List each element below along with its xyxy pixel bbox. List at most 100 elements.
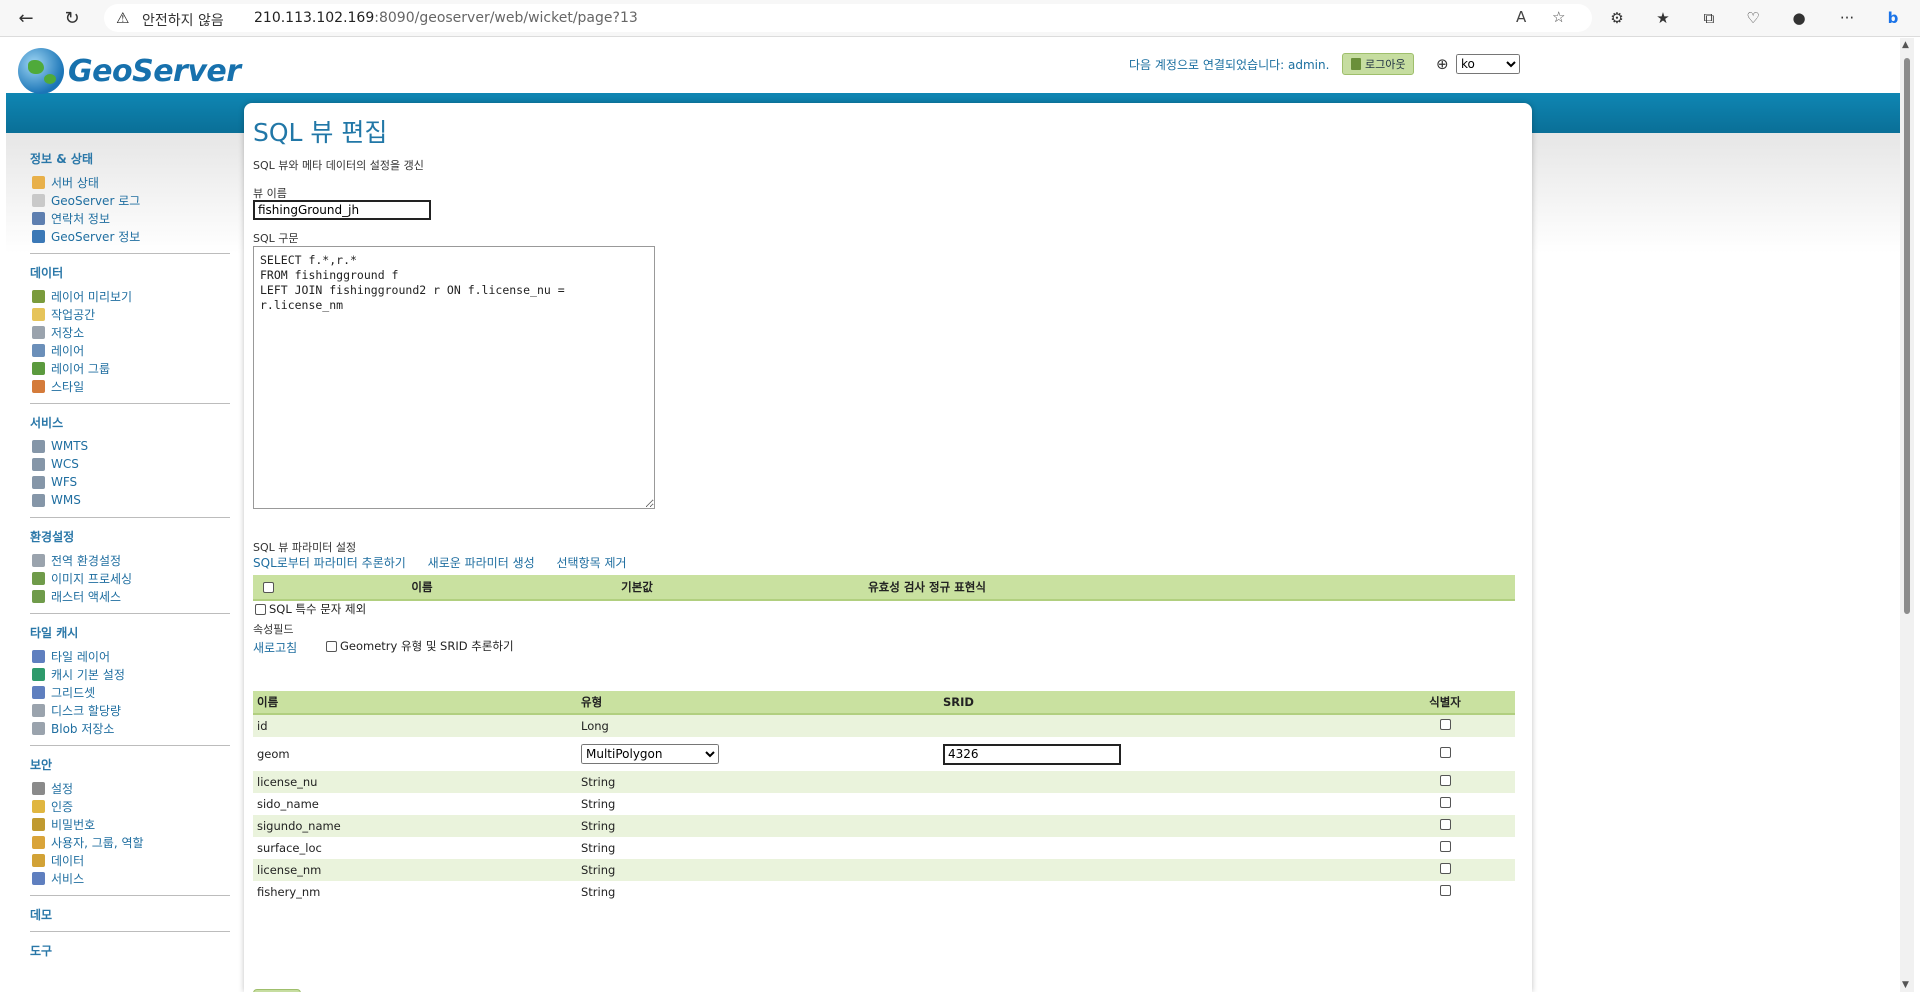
sidebar-item[interactable]: GeoServer 로그 bbox=[26, 191, 236, 209]
sidebar-item[interactable]: 비밀번호 bbox=[26, 815, 236, 833]
escape-sql-option[interactable]: SQL 특수 문자 제외 bbox=[255, 601, 366, 617]
sidebar-item[interactable]: WCS bbox=[26, 455, 236, 473]
sidebar-item[interactable]: 인증 bbox=[26, 797, 236, 815]
sidebar-item[interactable]: 그리드셋 bbox=[26, 683, 236, 701]
collections-icon[interactable]: ⧉ bbox=[1696, 6, 1722, 30]
tile-layer-icon bbox=[32, 649, 45, 663]
sidebar-item[interactable]: GeoServer 정보 bbox=[26, 227, 236, 245]
sidebar-item[interactable]: 저장소 bbox=[26, 323, 236, 341]
layer-icon bbox=[32, 343, 45, 357]
identifier-checkbox[interactable] bbox=[1439, 885, 1451, 896]
escape-sql-checkbox[interactable] bbox=[255, 603, 266, 615]
view-name-label: 뷰 이름 bbox=[253, 187, 287, 200]
sql-textarea[interactable]: SELECT f.*,r.* FROM fishingground f LEFT… bbox=[253, 246, 655, 509]
performance-icon[interactable]: ♡ bbox=[1740, 6, 1766, 30]
geoserver-logo[interactable]: GeoServer bbox=[18, 48, 241, 94]
guess-params-link[interactable]: SQL로부터 파라미터 추론하기 bbox=[253, 556, 406, 570]
gridset-icon bbox=[32, 685, 45, 699]
extensions-icon[interactable]: ⚙ bbox=[1604, 6, 1630, 30]
identifier-checkbox[interactable] bbox=[1439, 841, 1451, 852]
sidebar-item[interactable]: WFS bbox=[26, 473, 236, 491]
sidebar-item[interactable]: 타일 레이어 bbox=[26, 647, 236, 665]
attribute-row: geom MultiPolygon bbox=[253, 737, 1515, 771]
attribute-row: sigundo_name String bbox=[253, 815, 1515, 837]
favorites-icon[interactable]: ★ bbox=[1650, 6, 1676, 30]
sidebar-item[interactable]: 이미지 프로세싱 bbox=[26, 569, 236, 587]
sidebar-item[interactable]: 사용자, 그룹, 역할 bbox=[26, 833, 236, 851]
sidebar-section-title[interactable]: 환경설정 bbox=[30, 528, 236, 545]
sidebar-section: 도구 bbox=[26, 942, 236, 959]
sidebar-section-title[interactable]: 데모 bbox=[30, 906, 236, 923]
sidebar-item-label: 캐시 기본 설정 bbox=[51, 667, 125, 682]
sidebar-section-title[interactable]: 보안 bbox=[30, 756, 236, 773]
refresh-link[interactable]: 새로고침 bbox=[253, 639, 297, 656]
identifier-checkbox[interactable] bbox=[1439, 819, 1451, 830]
language-select[interactable]: ko bbox=[1456, 54, 1520, 74]
sidebar-item[interactable]: 캐시 기본 설정 bbox=[26, 665, 236, 683]
sidebar-item[interactable]: 전역 환경설정 bbox=[26, 551, 236, 569]
back-icon[interactable]: ← bbox=[10, 0, 42, 36]
sidebar-section-title[interactable]: 타일 캐시 bbox=[30, 624, 236, 641]
sidebar-item[interactable]: 설정 bbox=[26, 779, 236, 797]
warning-icon: ⚠ bbox=[116, 9, 130, 27]
attribute-type: String bbox=[581, 819, 616, 833]
identifier-checkbox[interactable] bbox=[1439, 797, 1451, 808]
sidebar-item[interactable]: 작업공간 bbox=[26, 305, 236, 323]
sidebar-section-title[interactable]: 서비스 bbox=[30, 414, 236, 431]
attribute-name: sigundo_name bbox=[257, 819, 341, 833]
scroll-down-icon[interactable]: ▼ bbox=[1902, 980, 1909, 990]
profile-avatar-icon[interactable]: ● bbox=[1786, 6, 1812, 30]
sidebar-item[interactable]: 레이어 그룹 bbox=[26, 359, 236, 377]
sidebar-item-label: 레이어 bbox=[51, 343, 85, 358]
ok-button[interactable]: 확인 bbox=[253, 989, 301, 992]
srid-input[interactable] bbox=[943, 743, 1121, 765]
sidebar-item[interactable]: 스타일 bbox=[26, 377, 236, 395]
sidebar-item[interactable]: 서비스 bbox=[26, 869, 236, 887]
bing-icon[interactable]: b bbox=[1880, 6, 1906, 30]
sidebar-item[interactable]: 데이터 bbox=[26, 851, 236, 869]
sidebar-item[interactable]: 래스터 액세스 bbox=[26, 587, 236, 605]
guess-geometry-checkbox[interactable] bbox=[326, 640, 337, 652]
remove-selected-link[interactable]: 선택항목 제거 bbox=[556, 556, 626, 570]
sidebar-item[interactable]: Blob 저장소 bbox=[26, 719, 236, 737]
attributes-label: 속성필드 bbox=[253, 623, 294, 636]
sidebar-item[interactable]: 디스크 할당량 bbox=[26, 701, 236, 719]
identifier-cell bbox=[1375, 841, 1515, 855]
identifier-checkbox[interactable] bbox=[1439, 775, 1451, 786]
sidebar-item[interactable]: 레이어 bbox=[26, 341, 236, 359]
logout-button[interactable]: 로그아웃 bbox=[1342, 53, 1415, 75]
sidebar-section-title[interactable]: 데이터 bbox=[30, 264, 236, 281]
identifier-checkbox[interactable] bbox=[1439, 863, 1451, 874]
sidebar-item[interactable]: 레이어 미리보기 bbox=[26, 287, 236, 305]
sidebar-section: 타일 캐시타일 레이어캐시 기본 설정 그리드셋 디스크 할당량 Blob 저장소 bbox=[26, 624, 236, 737]
favorite-star-icon[interactable]: ☆ bbox=[1552, 8, 1565, 26]
guess-geometry-option[interactable]: Geometry 유형 및 SRID 추론하기 bbox=[326, 638, 514, 654]
param-links: SQL로부터 파라미터 추론하기 새로운 파라미터 생성 선택항목 제거 bbox=[253, 554, 645, 571]
sidebar-item[interactable]: 연락처 정보 bbox=[26, 209, 236, 227]
sidebar-section-title[interactable]: 정보 & 상태 bbox=[30, 150, 236, 167]
sidebar-divider bbox=[30, 517, 230, 518]
read-aloud-icon[interactable]: A bbox=[1516, 8, 1526, 26]
url-text: 210.113.102.169:8090/geoserver/web/wicke… bbox=[254, 10, 638, 26]
sidebar-item[interactable]: WMTS bbox=[26, 437, 236, 455]
scroll-up-icon[interactable]: ▲ bbox=[1902, 40, 1909, 50]
refresh-icon[interactable]: ↻ bbox=[56, 0, 88, 36]
sidebar-section-title[interactable]: 도구 bbox=[30, 942, 236, 959]
identifier-cell bbox=[1375, 719, 1515, 733]
add-param-link[interactable]: 새로운 파라미터 생성 bbox=[428, 556, 535, 570]
identifier-checkbox[interactable] bbox=[1439, 719, 1451, 730]
scrollbar-thumb[interactable] bbox=[1904, 58, 1910, 614]
sidebar-item[interactable]: 서버 상태 bbox=[26, 173, 236, 191]
sidebar-section: 데이터레이어 미리보기 작업공간 저장소레이어 레이어 그룹 스타일 bbox=[26, 264, 236, 395]
select-all-checkbox[interactable] bbox=[263, 581, 274, 593]
geometry-type-select[interactable]: MultiPolygon bbox=[581, 744, 719, 764]
sidebar-item-label: 인증 bbox=[51, 799, 74, 814]
page-scrollbar[interactable]: ▲ ▼ bbox=[1900, 38, 1914, 992]
more-icon[interactable]: ··· bbox=[1834, 6, 1860, 30]
address-bar[interactable]: ⚠ 안전하지 않음 210.113.102.169:8090/geoserver… bbox=[104, 4, 1592, 32]
blob-store-icon bbox=[32, 721, 45, 735]
view-name-input[interactable] bbox=[253, 200, 431, 220]
identifier-checkbox[interactable] bbox=[1439, 747, 1451, 758]
sidebar-item[interactable]: WMS bbox=[26, 491, 236, 509]
attribute-type: String bbox=[581, 841, 616, 855]
